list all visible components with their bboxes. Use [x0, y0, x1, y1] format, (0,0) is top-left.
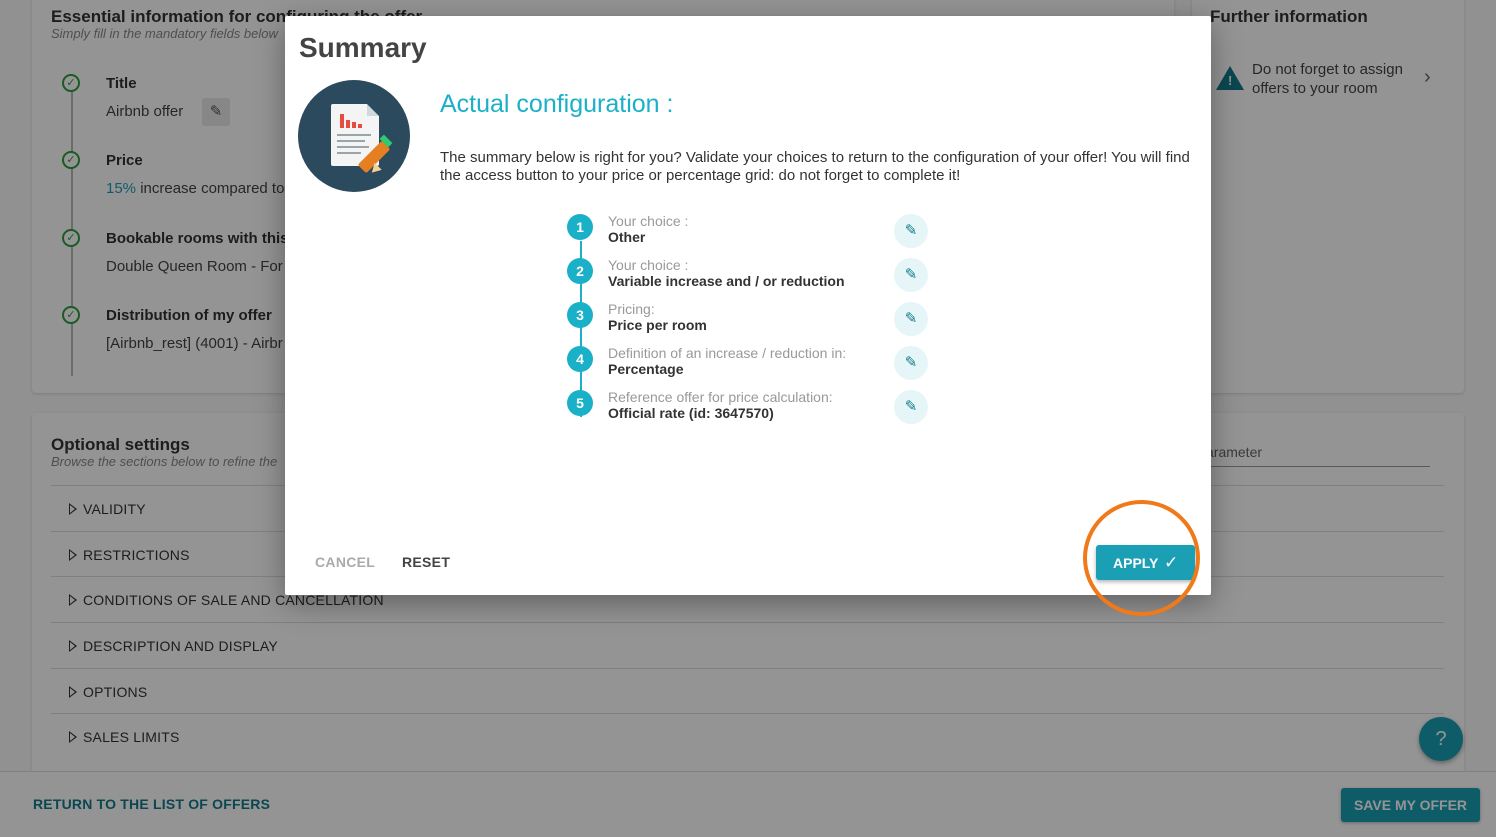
step-label: Reference offer for price calculation: — [608, 389, 833, 405]
pencil-icon[interactable]: ✎ — [894, 258, 928, 292]
step-value: Price per room — [608, 317, 707, 333]
summary-step: 5 Reference offer for price calculation:… — [567, 389, 967, 434]
summary-step: 1 Your choice : Other ✎ — [567, 213, 967, 258]
summary-step: 2 Your choice : Variable increase and / … — [567, 257, 967, 302]
step-value: Other — [608, 229, 646, 245]
apply-highlight-circle — [1083, 500, 1200, 616]
pencil-icon[interactable]: ✎ — [894, 390, 928, 424]
summary-step: 4 Definition of an increase / reduction … — [567, 345, 967, 390]
step-number: 3 — [567, 302, 593, 328]
cancel-button[interactable]: CANCEL — [315, 554, 375, 570]
step-value: Official rate (id: 3647570) — [608, 405, 774, 421]
pencil-icon[interactable]: ✎ — [894, 346, 928, 380]
pencil-icon[interactable]: ✎ — [894, 302, 928, 336]
summary-step: 3 Pricing: Price per room ✎ — [567, 301, 967, 346]
step-number: 1 — [567, 214, 593, 240]
step-number: 2 — [567, 258, 593, 284]
step-number: 4 — [567, 346, 593, 372]
modal-title: Summary — [299, 32, 427, 63]
step-value: Percentage — [608, 361, 684, 377]
reset-button[interactable]: RESET — [402, 554, 450, 570]
pencil-icon[interactable]: ✎ — [894, 214, 928, 248]
step-number: 5 — [567, 390, 593, 416]
summary-modal: Summary Actual configuration : The summa… — [285, 16, 1211, 595]
step-value: Variable increase and / or reduction — [608, 273, 845, 289]
step-label: Definition of an increase / reduction in… — [608, 345, 847, 361]
step-label: Your choice : — [608, 257, 689, 273]
step-label: Pricing: — [608, 301, 655, 317]
modal-description: The summary below is right for you? Vali… — [440, 149, 1190, 184]
step-label: Your choice : — [608, 213, 689, 229]
modal-heading: Actual configuration : — [440, 90, 674, 118]
document-report-icon — [298, 80, 410, 192]
